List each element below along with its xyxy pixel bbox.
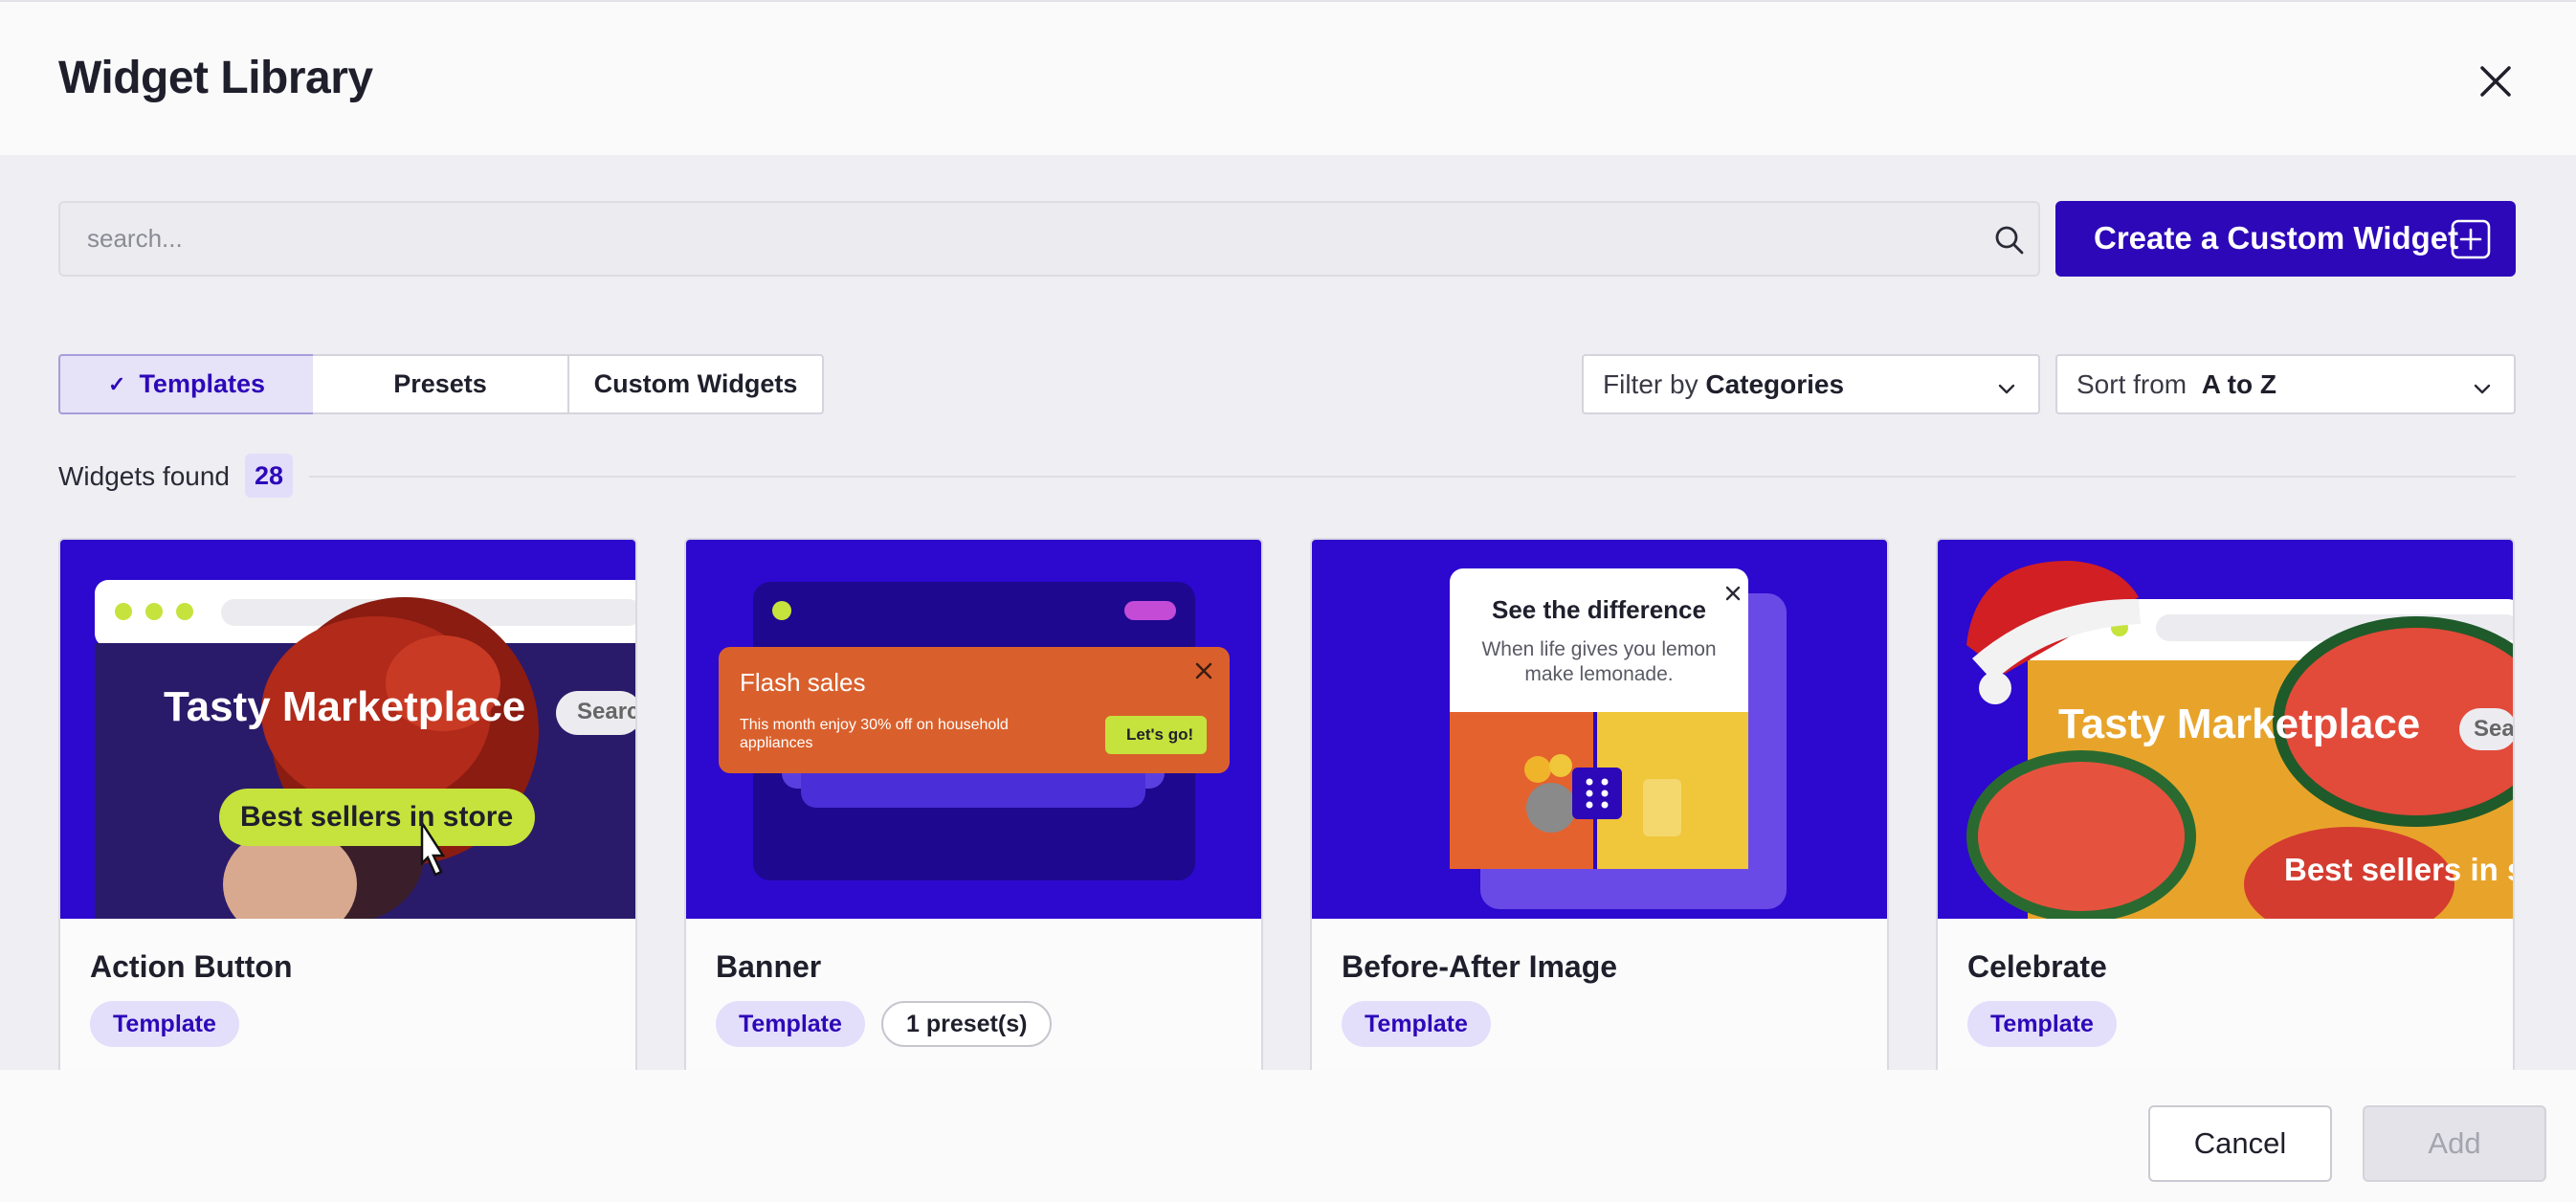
preview-search: Sear xyxy=(2474,716,2513,742)
template-badge: Template xyxy=(90,1001,239,1047)
preview-heading: Flash sales xyxy=(740,668,866,697)
preview-cta: Let's go! xyxy=(1126,725,1194,744)
preview-body: When life gives you lemon make lemonade. xyxy=(1481,638,1717,685)
sort-dropdown[interactable]: Sort from A to Z xyxy=(2055,354,2516,414)
tab-custom-widgets-label: Custom Widgets xyxy=(593,369,798,398)
tab-presets[interactable]: Presets xyxy=(313,354,569,414)
add-button[interactable]: Add xyxy=(2363,1105,2546,1182)
create-custom-widget-button[interactable]: Create a Custom Widget xyxy=(2055,201,2516,277)
widget-card-title: Banner xyxy=(716,949,822,984)
widget-card-title: Celebrate xyxy=(1967,949,2107,984)
template-badge: Template xyxy=(1967,1001,2117,1047)
search-input[interactable] xyxy=(87,203,1953,275)
modal-title: Widget Library xyxy=(58,53,373,103)
widget-card-celebrate[interactable]: Tasty Marketplace Sear Best sellers in s… xyxy=(1936,538,2515,1074)
preset-count-badge: 1 preset(s) xyxy=(881,1001,1053,1047)
preview-cta: Best sellers in s xyxy=(2284,852,2513,887)
search-icon[interactable] xyxy=(1993,224,2026,256)
widget-preview-image: Tasty Marketplace Sear Best sellers in s xyxy=(1938,540,2513,919)
chevron-down-icon xyxy=(2472,375,2493,396)
filter-categories-dropdown[interactable]: Filter by Categories xyxy=(1582,354,2040,414)
search-field[interactable] xyxy=(58,201,2040,277)
widgets-found-count: 28 xyxy=(245,454,293,498)
preview-body: This month enjoy 30% off on household ap… xyxy=(740,717,1009,751)
chevron-down-icon xyxy=(1996,375,2017,396)
sort-prefix: Sort from xyxy=(2076,369,2187,399)
widget-preview-image: Flash sales This month enjoy 30% off on … xyxy=(686,540,1261,919)
widgets-found-label: Widgets found xyxy=(58,461,230,491)
divider xyxy=(309,476,2516,478)
widget-card-title: Before-After Image xyxy=(1342,949,1618,984)
preview-title: Tasty Marketplace xyxy=(164,683,526,730)
widget-preview-image: Tasty Marketplace Search Best sellers in… xyxy=(60,540,635,919)
tab-custom-widgets[interactable]: Custom Widgets xyxy=(567,354,824,414)
tab-templates-label: Templates xyxy=(139,369,265,398)
modal-header: Widget Library xyxy=(0,0,2576,155)
widget-card-banner[interactable]: Flash sales This month enjoy 30% off on … xyxy=(684,538,1263,1074)
sort-value: A to Z xyxy=(2201,369,2276,399)
widget-card-before-after-image[interactable]: See the difference When life gives you l… xyxy=(1310,538,1889,1074)
check-icon: ✓ xyxy=(108,371,126,396)
preview-cta: Best sellers in store xyxy=(240,801,514,833)
preview-heading: See the difference xyxy=(1492,595,1706,624)
widget-card-title: Action Button xyxy=(90,949,293,984)
preview-search: Search xyxy=(577,699,635,724)
preview-title: Tasty Marketplace xyxy=(2058,701,2421,747)
template-badge: Template xyxy=(1342,1001,1491,1047)
tab-templates[interactable]: ✓ Templates xyxy=(58,354,315,414)
tab-presets-label: Presets xyxy=(393,369,487,398)
widget-card-action-button[interactable]: Tasty Marketplace Search Best sellers in… xyxy=(58,538,637,1074)
create-custom-widget-label: Create a Custom Widget xyxy=(2094,220,2459,256)
cancel-button[interactable]: Cancel xyxy=(2148,1105,2332,1182)
template-badge: Template xyxy=(716,1001,865,1047)
plus-box-icon xyxy=(2450,218,2492,260)
filter-prefix: Filter by xyxy=(1603,369,1699,399)
filter-value: Categories xyxy=(1705,369,1845,399)
close-icon[interactable] xyxy=(2472,57,2520,105)
widget-preview-image: See the difference When life gives you l… xyxy=(1312,540,1887,919)
